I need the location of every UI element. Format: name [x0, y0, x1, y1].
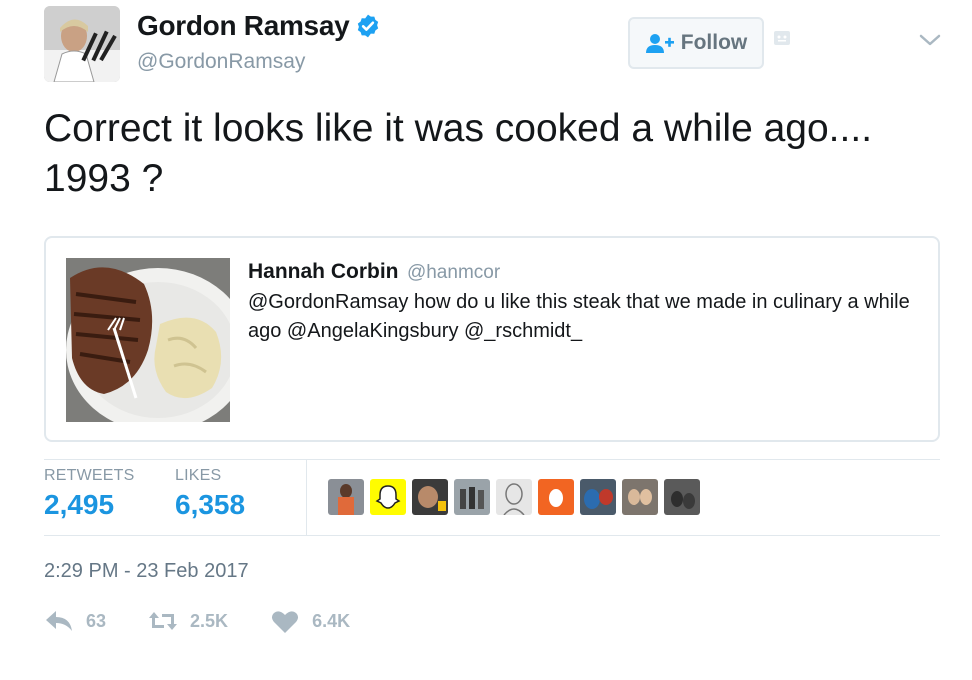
- retweets-value: 2,495: [44, 489, 115, 520]
- liker-avatar[interactable]: [496, 479, 532, 515]
- tweet-text: Correct it looks like it was cooked a wh…: [44, 107, 873, 200]
- tweet-timestamp[interactable]: 2:29 PM - 23 Feb 2017: [44, 560, 249, 583]
- reply-icon: [46, 611, 72, 631]
- like-button[interactable]: 6.4K: [270, 608, 350, 634]
- author-handle[interactable]: @GordonRamsay: [137, 50, 381, 74]
- likers-avatar-row: [328, 479, 700, 515]
- liker-avatar[interactable]: [622, 479, 658, 515]
- follow-button[interactable]: Follow: [628, 17, 764, 69]
- likes-value: 6,358: [175, 489, 246, 520]
- quoted-author-handle[interactable]: @hanmcor: [407, 262, 500, 283]
- chevron-down-icon[interactable]: [918, 32, 942, 48]
- reply-button[interactable]: 63: [44, 608, 106, 634]
- reply-count: 63: [86, 610, 107, 631]
- verified-icon: [358, 14, 379, 38]
- liker-avatar[interactable]: [370, 479, 406, 515]
- quoted-author-name[interactable]: Hannah Corbin: [248, 260, 399, 283]
- stats-bar: RETWEETS 2,495 LIKES 6,358: [44, 459, 940, 535]
- author-name-block[interactable]: Gordon Ramsay @GordonRamsay: [137, 10, 381, 74]
- like-count: 6.4K: [312, 610, 351, 631]
- steak-photo[interactable]: [66, 258, 230, 422]
- stats-bottom-divider: [44, 535, 940, 536]
- likes-stat[interactable]: LIKES 6,358: [175, 467, 245, 521]
- stats-separator: [306, 459, 307, 535]
- retweets-label: RETWEETS: [44, 467, 135, 484]
- retweet-icon: [149, 612, 178, 630]
- heart-icon: [272, 611, 299, 633]
- ghost-icon[interactable]: [773, 30, 791, 46]
- follow-button-label: Follow: [680, 31, 748, 54]
- liker-avatar[interactable]: [328, 479, 364, 515]
- author-avatar[interactable]: [44, 6, 120, 82]
- retweets-stat[interactable]: RETWEETS 2,495: [44, 467, 135, 521]
- author-display-name[interactable]: Gordon Ramsay: [137, 10, 350, 42]
- tweet-actions: 63 2.5K 6.4K: [44, 608, 392, 634]
- liker-avatar[interactable]: [454, 479, 490, 515]
- liker-avatar[interactable]: [664, 479, 700, 515]
- liker-avatar[interactable]: [412, 479, 448, 515]
- liker-avatar[interactable]: [580, 479, 616, 515]
- liker-avatar[interactable]: [538, 479, 574, 515]
- quoted-tweet-text: @GordonRamsay how do u like this steak t…: [248, 291, 910, 342]
- quoted-tweet-card[interactable]: Hannah Corbin @hanmcor @GordonRamsay how…: [44, 236, 940, 442]
- retweet-button[interactable]: 2.5K: [148, 608, 228, 634]
- follow-user-icon: [645, 34, 674, 53]
- retweet-count: 2.5K: [190, 610, 229, 631]
- likes-label: LIKES: [175, 467, 222, 484]
